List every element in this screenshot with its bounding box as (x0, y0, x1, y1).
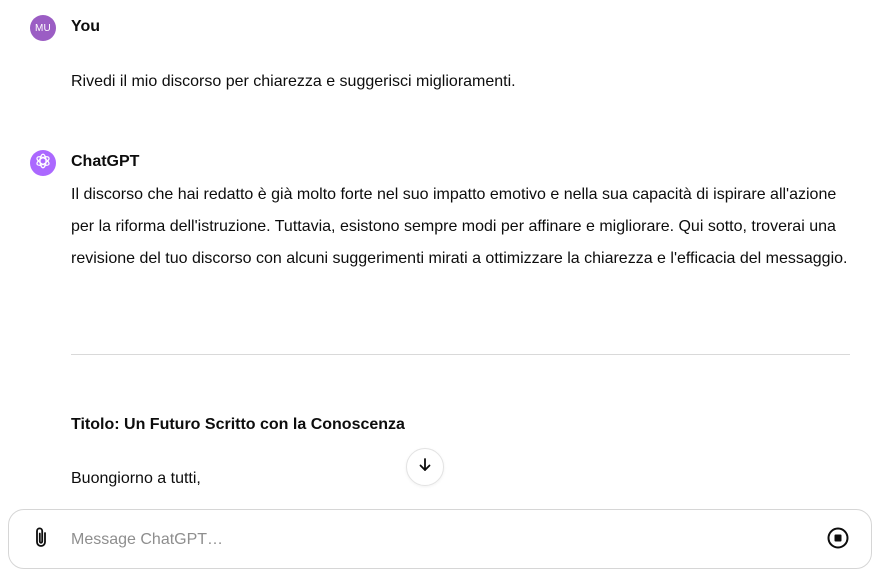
user-avatar: MU (30, 15, 56, 41)
user-message-text: Rivedi il mio discorso per chiarezza e s… (71, 73, 516, 90)
speech-title: Titolo: Un Futuro Scritto con la Conosce… (71, 416, 405, 433)
chatgpt-avatar (30, 150, 56, 176)
stop-generating-button[interactable] (825, 527, 851, 553)
horizontal-divider (71, 354, 850, 355)
scroll-to-bottom-button[interactable] (406, 448, 444, 486)
user-avatar-initials: MU (35, 22, 51, 34)
user-author-name: You (71, 18, 101, 35)
message-composer (8, 509, 872, 569)
arrow-down-icon (417, 457, 433, 478)
openai-logo-icon (34, 152, 52, 175)
stop-icon (827, 527, 849, 554)
assistant-paragraph: Il discorso che hai redatto è già molto … (71, 186, 848, 267)
message-input[interactable] (71, 525, 771, 555)
chatgpt-author-name: ChatGPT (71, 153, 140, 170)
speech-greeting: Buongiorno a tutti, (71, 470, 201, 487)
paperclip-icon (32, 526, 50, 555)
attach-button[interactable] (29, 527, 53, 553)
